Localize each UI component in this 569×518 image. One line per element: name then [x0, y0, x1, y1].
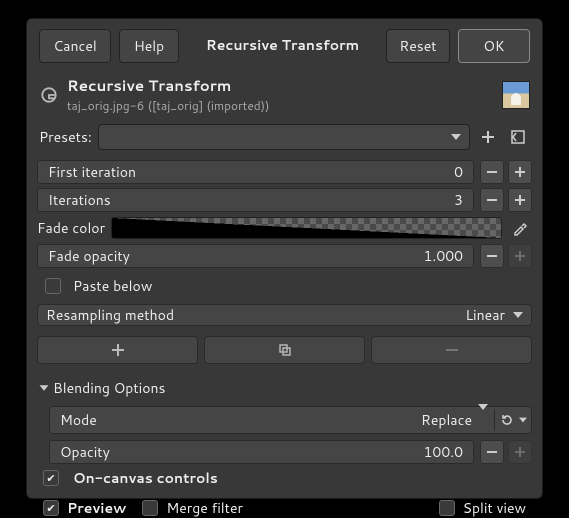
preview-label: Preview	[67, 498, 126, 518]
fade-opacity-value: 1.000	[424, 246, 463, 266]
iterations-field[interactable]: Iterations 3	[37, 188, 474, 212]
fade-color-picker-button[interactable]	[508, 216, 532, 240]
opacity-decrement[interactable]	[480, 440, 504, 464]
fade-opacity-field[interactable]: Fade opacity 1.000	[37, 244, 474, 268]
preview-row: Preview Merge filter Split view	[43, 498, 526, 518]
gegl-icon	[39, 85, 59, 105]
chevron-down-icon	[451, 134, 461, 140]
opacity-row: Opacity 100.0	[49, 440, 532, 464]
fade-opacity-row: Fade opacity 1.000	[37, 244, 532, 268]
blending-options-header[interactable]: Blending Options	[39, 378, 532, 398]
paste-below-label: Paste below	[73, 276, 152, 296]
drawable-thumbnail	[502, 81, 530, 109]
opacity-field[interactable]: Opacity 100.0	[49, 440, 474, 464]
chevron-down-icon	[40, 385, 49, 390]
preset-manage-button[interactable]	[506, 125, 530, 149]
presets-dropdown[interactable]	[98, 124, 470, 150]
fade-opacity-label: Fade opacity	[48, 246, 424, 266]
cancel-button[interactable]: Cancel	[39, 29, 111, 63]
presets-row: Presets:	[37, 124, 532, 156]
chevron-down-icon	[478, 404, 488, 430]
add-transform-button[interactable]	[37, 336, 198, 364]
first-iteration-decrement[interactable]	[480, 160, 504, 184]
bottom-bar: On-canvas controls Preview Merge filter …	[37, 468, 532, 518]
help-button[interactable]: Help	[119, 29, 179, 63]
iterations-value: 3	[454, 190, 463, 210]
on-canvas-row: On-canvas controls	[43, 468, 526, 488]
on-canvas-label: On-canvas controls	[73, 468, 218, 488]
remove-transform-button[interactable]	[371, 336, 532, 364]
mode-dropdown[interactable]	[478, 410, 494, 430]
reset-button[interactable]: Reset	[386, 29, 450, 63]
mode-reset-button[interactable]	[495, 412, 531, 428]
merge-filter-label: Merge filter	[166, 498, 243, 518]
dialog: Cancel Help Recursive Transform Reset OK…	[26, 18, 543, 499]
iterations-decrement[interactable]	[480, 188, 504, 212]
opacity-value: 100.0	[424, 442, 463, 462]
on-canvas-checkbox[interactable]	[43, 470, 59, 486]
chevron-down-icon	[513, 312, 523, 318]
split-view-label: Split view	[463, 498, 526, 518]
opacity-label: Opacity	[60, 442, 424, 462]
first-iteration-field[interactable]: First iteration 0	[37, 160, 474, 184]
opacity-increment	[508, 440, 532, 464]
mode-value: Replace	[421, 410, 478, 430]
ok-button[interactable]: OK	[458, 29, 530, 63]
mode-row: Mode Replace	[49, 406, 532, 434]
fade-opacity-increment	[508, 244, 532, 268]
first-iteration-increment[interactable]	[508, 160, 532, 184]
presets-label: Presets:	[39, 127, 92, 147]
iterations-row: Iterations 3	[37, 188, 532, 212]
filter-title: Recursive Transform	[67, 75, 494, 96]
paste-below-row: Paste below	[37, 272, 532, 300]
merge-filter-checkbox[interactable]	[142, 500, 158, 516]
blending-options-body: Mode Replace Opacity 100.0	[37, 406, 532, 464]
iterations-label: Iterations	[48, 190, 454, 210]
fade-color-row: Fade color	[37, 216, 532, 240]
header: Recursive Transform taj_orig.jpg-6 ([taj…	[37, 73, 532, 120]
iterations-increment[interactable]	[508, 188, 532, 212]
first-iteration-value: 0	[454, 162, 463, 182]
preview-checkbox[interactable]	[43, 500, 59, 516]
resampling-value: Linear	[465, 305, 505, 325]
transform-tool-row	[37, 336, 532, 364]
dialog-title-button: Recursive Transform	[187, 29, 378, 63]
resampling-label: Resampling method	[46, 305, 465, 325]
first-iteration-row: First iteration 0	[37, 160, 532, 184]
fade-color-swatch[interactable]	[111, 217, 502, 239]
duplicate-transform-button[interactable]	[204, 336, 365, 364]
fade-opacity-decrement[interactable]	[480, 244, 504, 268]
split-view-checkbox[interactable]	[439, 500, 455, 516]
resampling-dropdown[interactable]: Resampling method Linear	[37, 304, 532, 326]
action-buttons: Cancel Help Recursive Transform Reset OK	[37, 29, 532, 69]
paste-below-checkbox[interactable]	[45, 278, 61, 294]
blending-options-label: Blending Options	[53, 378, 166, 398]
preset-add-button[interactable]	[476, 125, 500, 149]
mode-label: Mode	[50, 410, 421, 430]
chevron-down-icon	[519, 418, 527, 423]
first-iteration-label: First iteration	[48, 162, 454, 182]
filter-subtitle: taj_orig.jpg-6 ([taj_orig] (imported))	[67, 97, 494, 114]
fade-color-label: Fade color	[37, 218, 105, 238]
